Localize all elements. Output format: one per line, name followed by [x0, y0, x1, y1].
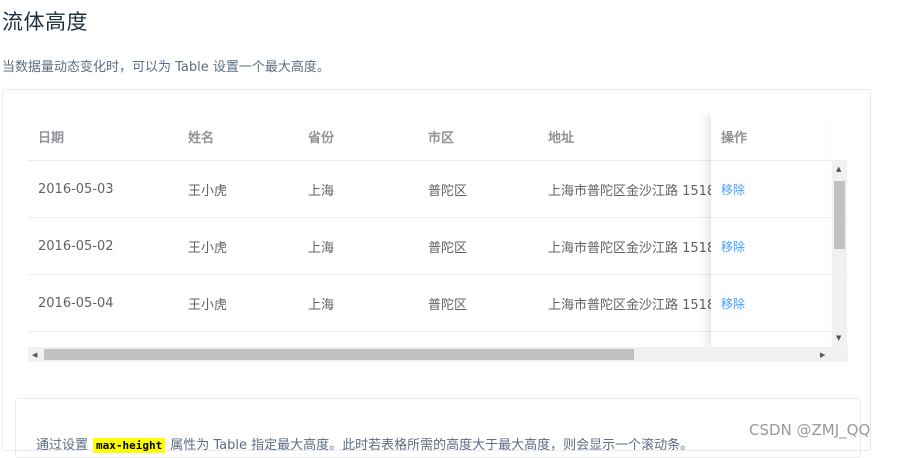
city-cell: 普陀区: [428, 240, 468, 256]
name-cell: 王小虎: [188, 297, 228, 313]
column-header-action-wrap: 操作: [711, 113, 830, 161]
scroll-left-arrow-icon[interactable]: ◀: [32, 350, 37, 360]
date-cell: 2016-05-03: [38, 181, 114, 197]
scroll-up-arrow-icon[interactable]: ▲: [836, 164, 841, 174]
action-row: 移除: [711, 218, 830, 275]
data-table: 日期 姓名 省份 市区 地址 2016-05-03 王小虎 上海 普陀区 上海市…: [28, 113, 848, 364]
scroll-right-arrow-icon[interactable]: ▶: [820, 350, 825, 360]
province-cell: 上海: [308, 297, 335, 313]
page-description: 当数据量动态变化时，可以为 Table 设置一个最大高度。: [2, 60, 330, 75]
column-header-city: 市区: [428, 131, 455, 146]
vertical-scrollbar[interactable]: ▲ ▼: [832, 161, 847, 347]
horizontal-scrollbar[interactable]: ◀ ▶: [28, 347, 848, 362]
column-header-name: 姓名: [188, 131, 215, 146]
page-title: 流体高度: [2, 10, 88, 34]
remove-button[interactable]: 移除: [721, 181, 745, 198]
column-header-province: 省份: [308, 131, 335, 146]
name-cell: 王小虎: [188, 183, 228, 199]
date-cell: 2016-05-02: [38, 238, 114, 254]
action-row: 移除: [711, 275, 830, 332]
city-cell: 普陀区: [428, 297, 468, 313]
watermark: CSDN @ZMJ_QQ: [749, 421, 871, 439]
horizontal-scroll-thumb[interactable]: [44, 349, 634, 360]
name-cell: 王小虎: [188, 240, 228, 256]
address-cell: 上海市普陀区金沙江路 1518 弄: [548, 297, 713, 313]
column-header-action: 操作: [721, 131, 748, 146]
province-cell: 上海: [308, 183, 335, 199]
province-cell: 上海: [308, 240, 335, 256]
description-text: 通过设置 max-height 属性为 Table 指定最大高度。此时若表格所需的高…: [36, 434, 693, 453]
date-cell: 2016-05-04: [38, 295, 114, 311]
column-header-address: 地址: [548, 131, 575, 146]
address-cell: 上海市普陀区金沙江路 1518 弄: [548, 240, 713, 256]
action-row: 移除: [711, 161, 830, 218]
remove-button[interactable]: 移除: [721, 295, 745, 312]
scroll-down-arrow-icon[interactable]: ▼: [836, 333, 841, 343]
address-cell: 上海市普陀区金沙江路 1518 弄: [548, 183, 713, 199]
fixed-action-column: 操作 移除 移除 移除: [711, 113, 830, 347]
city-cell: 普陀区: [428, 183, 468, 199]
column-header-date: 日期: [38, 131, 65, 146]
description-box: 通过设置 max-height 属性为 Table 指定最大高度。此时若表格所需的高…: [15, 398, 861, 458]
demo-block: 日期 姓名 省份 市区 地址 2016-05-03 王小虎 上海 普陀区 上海市…: [2, 89, 871, 458]
vertical-scroll-thumb[interactable]: [834, 181, 845, 249]
remove-button[interactable]: 移除: [721, 238, 745, 255]
